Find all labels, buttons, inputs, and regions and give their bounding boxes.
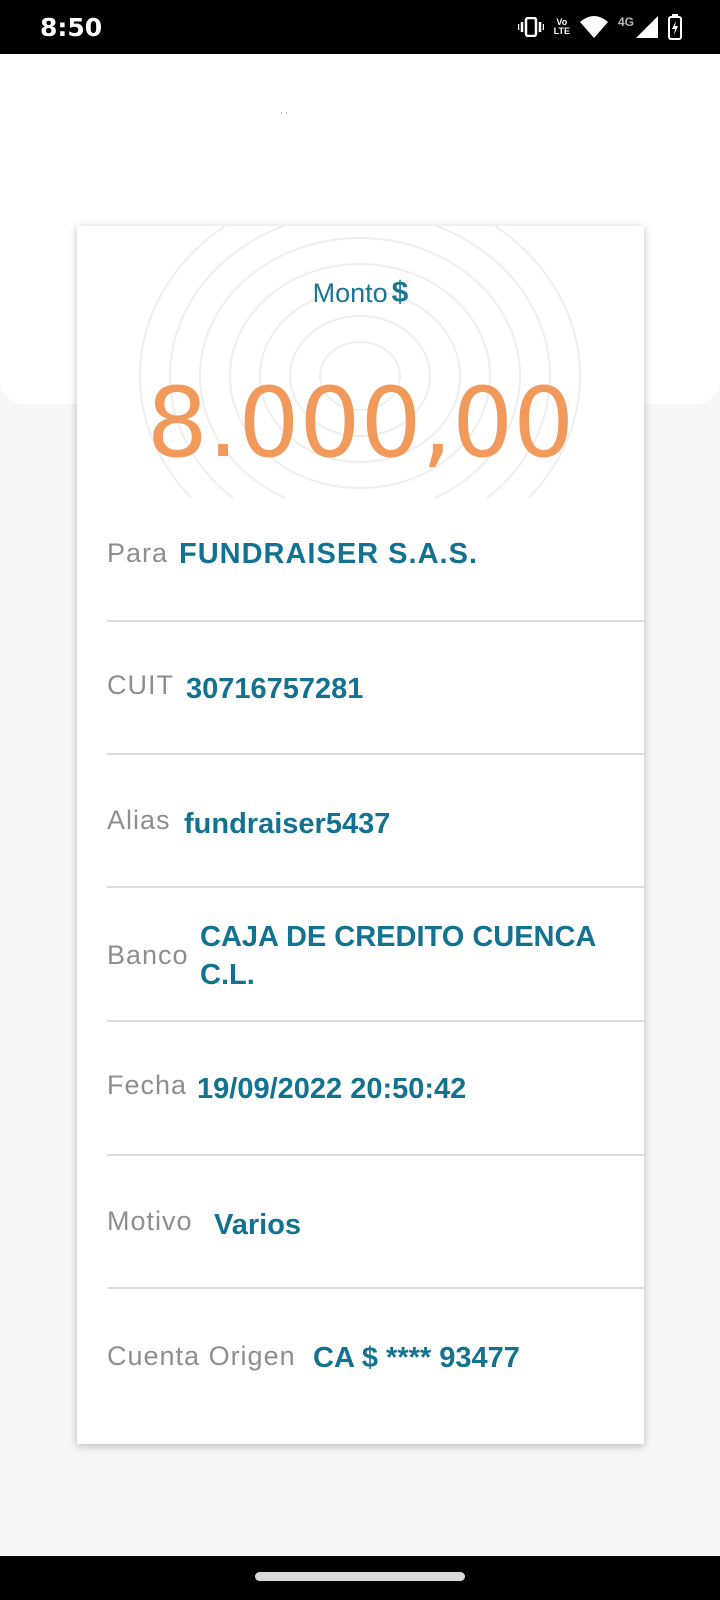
fecha-label: Fecha xyxy=(107,1070,188,1100)
fecha-value: 19/09/2022 20:50:42 xyxy=(197,1073,467,1105)
currency-symbol: $ xyxy=(391,276,409,309)
detail-row-para: Para FUNDRAISER S.A.S. xyxy=(107,498,644,622)
battery-charging-icon xyxy=(668,14,682,40)
detail-row-cuenta-origen: Cuenta Origen CA $ **** 93477 xyxy=(107,1289,644,1444)
detail-row-motivo: Motivo Varios xyxy=(107,1156,644,1289)
cuit-value: 30716757281 xyxy=(186,673,364,705)
wifi-icon xyxy=(579,16,608,38)
para-label: Para xyxy=(107,538,169,568)
banco-value: CAJA DE CREDITO CUENCA C.L. xyxy=(200,921,596,991)
volte-bottom-text: LTE xyxy=(553,26,570,36)
status-bar: 8:50 Vo LTE 4G xyxy=(0,0,720,54)
vibrate-icon xyxy=(517,17,544,37)
detail-row-banco: Banco CAJA DE CREDITO CUENCA C.L. xyxy=(107,888,644,1022)
cuit-label: CUIT xyxy=(107,670,174,700)
system-navigation-bar xyxy=(0,1556,720,1600)
cuenta-origen-label: Cuenta Origen xyxy=(107,1341,296,1371)
signal-icon xyxy=(636,16,658,38)
amount-label-text: Monto xyxy=(312,278,388,308)
home-gesture-handle[interactable] xyxy=(255,1572,465,1581)
transfer-receipt-card: Monto $ 8.000,00 Para FUNDRAISER S.A.S. C… xyxy=(77,226,644,1444)
detail-row-cuit: CUIT 30716757281 xyxy=(107,622,644,755)
motivo-value: Varios xyxy=(214,1209,302,1241)
header-mark-icon: ˙˙ xyxy=(280,110,290,124)
motivo-label: Motivo xyxy=(107,1206,193,1236)
amount-value: 8.000,00 xyxy=(146,367,575,479)
status-time: 8:50 xyxy=(40,13,103,42)
network-type-label: 4G xyxy=(617,15,634,29)
detail-row-fecha: Fecha 19/09/2022 20:50:42 xyxy=(107,1022,644,1156)
amount-label: Monto $ xyxy=(77,276,644,310)
volte-icon: Vo LTE xyxy=(554,18,570,36)
alias-value: fundraiser5437 xyxy=(184,808,391,840)
amount-section: Monto $ 8.000,00 xyxy=(77,226,644,498)
cuenta-origen-value: CA $ **** 93477 xyxy=(313,1342,520,1374)
banco-label: Banco xyxy=(107,940,189,970)
alias-label: Alias xyxy=(107,805,171,835)
detail-row-alias: Alias fundraiser5437 xyxy=(107,755,644,888)
para-value: FUNDRAISER S.A.S. xyxy=(179,538,478,570)
status-icons: Vo LTE 4G xyxy=(517,12,682,42)
